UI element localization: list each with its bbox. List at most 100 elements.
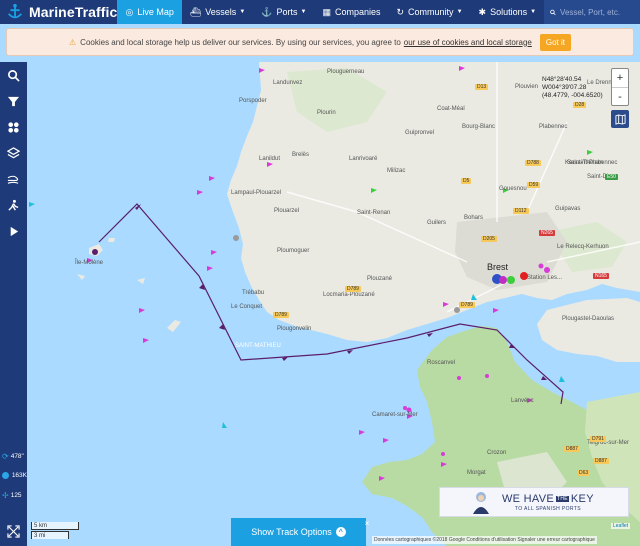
sidebar-filter-button[interactable]: [0, 88, 27, 114]
nav-live-map[interactable]: ◎ Live Map: [117, 0, 182, 24]
nav-ports[interactable]: ⚓ Ports ▼: [253, 0, 314, 24]
nav-companies[interactable]: ▦ Companies: [314, 0, 388, 24]
track-close-button[interactable]: ×: [362, 518, 372, 528]
expand-icon: [7, 524, 20, 538]
vessel-marker: [233, 235, 239, 241]
map-label-porspoder: Porspoder: [239, 98, 267, 104]
map-attribution[interactable]: Données cartographiques ©2018 Google Con…: [372, 536, 597, 544]
scale-mi: 3 mi: [31, 531, 69, 539]
map-label-plouguerneau: Plouguerneau: [327, 69, 365, 75]
road-shield: D13: [475, 84, 489, 90]
cookie-policy-link[interactable]: our use of cookies and local storage: [404, 38, 532, 47]
sidebar-route-button[interactable]: [0, 192, 27, 218]
port-icon: ✢: [2, 491, 9, 500]
refresh-icon: ⟳: [2, 452, 9, 461]
sidebar-play-button[interactable]: [0, 218, 27, 244]
sidebar-stat-refresh: ⟳ 478": [2, 452, 27, 461]
map-label-plougastel: Plougastel-Daoulas: [562, 316, 615, 322]
nav-vessels[interactable]: ⛴ Vessels ▼: [182, 0, 253, 24]
map-label-saint-mathieu: SAINT-MATHIEU: [235, 343, 281, 349]
chevron-down-icon: ▼: [456, 9, 463, 15]
map-label-lanveoc: Lanvéoc: [511, 398, 534, 404]
vessel-marker: [403, 406, 407, 410]
ad-headline-left: WE HAVE: [502, 492, 555, 505]
zoom-out-button[interactable]: -: [612, 87, 628, 105]
sidebar-fleet-button[interactable]: [0, 114, 27, 140]
layers-icon: [7, 146, 20, 158]
nav-live-map-label: Live Map: [137, 7, 174, 17]
marinetraffic-logo: [8, 3, 22, 19]
map-label-plouzane: Plouzané: [367, 276, 393, 282]
map-label-lampaul-plouarzel: Lampaul-Plouarzel: [231, 190, 282, 196]
road-shield: D63: [577, 470, 591, 476]
map-label-ploumoguer: Ploumoguer: [277, 248, 310, 254]
map-label-guipronvel: Guipronvel: [405, 130, 435, 136]
sidebar-layers-button[interactable]: [0, 140, 27, 166]
ad-headline-the: THE: [556, 495, 569, 502]
map-label-landunvez: Landunvez: [273, 80, 303, 86]
show-track-options-button[interactable]: Show Track Options ^: [231, 518, 366, 546]
search-box[interactable]: [544, 0, 640, 24]
anchor-icon: ⚓: [261, 6, 273, 17]
got-it-button[interactable]: Got it: [539, 33, 571, 51]
road-shield: D789: [273, 312, 289, 318]
map-label-saint-renan: Saint-Renan: [357, 210, 391, 216]
map-label-camaret: Camaret-sur-Mer: [372, 412, 418, 418]
stat-ports-value: 125: [10, 492, 22, 499]
map-label-milizac: Milizac: [387, 168, 406, 174]
map-label-brest: Brest: [487, 262, 509, 272]
map-icon: [614, 113, 626, 125]
coordinates-readout: N48°28'40.54 W004°39'07.28 (48.4779, -00…: [542, 76, 603, 100]
nav-community-label: Community: [408, 7, 454, 17]
chevron-down-icon: ▼: [300, 9, 307, 15]
sidebar-search-button[interactable]: [0, 62, 27, 88]
nav-solutions[interactable]: ✱ Solutions ▼: [471, 0, 545, 24]
ad-headline-right: KEY: [570, 492, 594, 505]
zoom-in-button[interactable]: +: [612, 69, 628, 87]
map-scale: 5 km 3 mi: [31, 522, 79, 539]
sidebar-weather-button[interactable]: [0, 166, 27, 192]
nav-community[interactable]: ↻ Community ▼: [389, 0, 471, 24]
mascot-icon: [473, 492, 489, 514]
building-icon: ▦: [322, 6, 331, 17]
road-shield: D789: [345, 286, 361, 292]
nav-vessels-label: Vessels: [205, 7, 237, 17]
leaflet-link[interactable]: Leaflet: [611, 523, 631, 529]
map-label-le-relecq: Le Relecq-Kerhuon: [557, 244, 609, 250]
map-label-locmaria: Locmaria-Plouzané: [323, 292, 375, 298]
search-icon: [550, 9, 556, 15]
map-label-plouvien: Plouvien: [515, 84, 539, 90]
map-label-bohars: Bohars: [464, 215, 484, 221]
live-map[interactable]: Porspoder Landunvez Plouguerneau Plourin…: [27, 62, 640, 546]
community-icon: ↻: [396, 6, 405, 17]
fullscreen-button[interactable]: [0, 518, 27, 544]
warning-icon: ⚠: [69, 37, 77, 47]
scale-km: 5 km: [31, 522, 79, 530]
globe-icon: ◎: [125, 6, 134, 17]
map-label-trebabu: Trébabu: [242, 290, 265, 296]
brand[interactable]: MarineTraffic: [0, 0, 117, 24]
weather-icon: [7, 175, 19, 184]
vessel-marker: [499, 276, 507, 284]
map-label-guipavas: Guipavas: [555, 206, 581, 212]
road-shield: E50: [605, 174, 618, 180]
road-shield: D791: [590, 436, 606, 442]
road-shield: D205: [481, 236, 497, 242]
coord-decimal: (48.4779, -004.6520): [542, 92, 603, 99]
chevron-up-icon: ^: [335, 527, 346, 537]
road-shield: D112: [513, 208, 529, 214]
map-type-button[interactable]: [611, 110, 629, 128]
vessel-icon: [2, 472, 9, 479]
vessel-marker: [457, 376, 461, 380]
nav-ports-label: Ports: [276, 7, 298, 17]
cookie-text: Cookies and local storage help us delive…: [80, 37, 401, 47]
route-icon: [8, 199, 19, 211]
map-label-lanrivoare: Lanrivoaré: [349, 156, 378, 162]
vessel-marker: [507, 276, 515, 284]
road-shield: D59: [527, 182, 541, 188]
map-label-morgat: Morgat: [467, 470, 486, 476]
search-input[interactable]: [560, 7, 640, 17]
advertisement-banner[interactable]: WE HAVE THE KEY TO ALL SPANISH PORTS: [439, 487, 629, 517]
play-icon: [10, 226, 19, 236]
sidebar-stat-ports: ✢ 125: [2, 491, 27, 500]
